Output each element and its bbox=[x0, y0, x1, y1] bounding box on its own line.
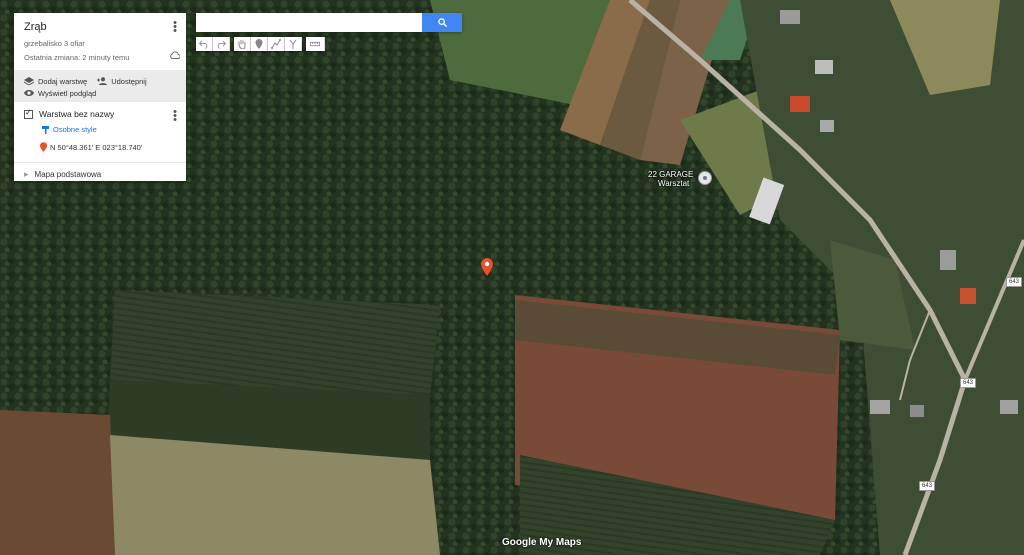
pan-tool-button[interactable] bbox=[234, 37, 251, 51]
map-panel: Zrąb grzebalisko 3 ofiar Ostatnia zmiana… bbox=[14, 13, 186, 181]
marker-pin-icon bbox=[40, 142, 47, 152]
layers-icon bbox=[24, 77, 34, 85]
directions-button[interactable] bbox=[285, 37, 302, 51]
map-toolbar bbox=[196, 37, 325, 51]
poi-label[interactable]: 22 GARAGE Warsztat bbox=[648, 170, 693, 188]
road-shield: 643 bbox=[960, 378, 977, 388]
road-shield: 643 bbox=[919, 481, 936, 491]
base-map-label: Mapa podstawowa bbox=[34, 170, 102, 179]
custom-style-label: Osobne style bbox=[53, 125, 97, 134]
search-icon bbox=[437, 18, 447, 27]
layer-section: Warstwa bez nazwy ••• Osobne style N 50°… bbox=[14, 102, 186, 162]
undo-button[interactable] bbox=[196, 37, 213, 51]
base-map-row[interactable]: ▸ Mapa podstawowa bbox=[14, 162, 186, 186]
panel-actions: Dodaj warstwę Udostępnij Wyświetl podglą… bbox=[14, 70, 186, 102]
poi-category: Warsztat bbox=[658, 179, 690, 188]
preview-button[interactable]: Wyświetl podgląd bbox=[24, 89, 96, 98]
add-layer-button[interactable]: Dodaj warstwę bbox=[24, 77, 87, 86]
share-button[interactable]: Udostępnij bbox=[97, 76, 147, 86]
share-label: Udostępnij bbox=[111, 76, 147, 86]
layer-options-icon[interactable]: • • • bbox=[172, 107, 178, 126]
undo-icon bbox=[199, 40, 208, 49]
poi-name: 22 GARAGE bbox=[648, 170, 694, 179]
search-button[interactable] bbox=[422, 13, 462, 32]
poi-marker-icon[interactable] bbox=[698, 171, 712, 185]
road-shield: 643 bbox=[1006, 277, 1023, 287]
add-person-icon bbox=[97, 77, 108, 85]
search-box bbox=[196, 13, 462, 32]
last-change-text: Ostatnia zmiana: 2 minuty temu bbox=[24, 53, 130, 62]
ruler-icon bbox=[310, 41, 320, 47]
preview-label: Wyświetl podgląd bbox=[38, 88, 97, 98]
marker-icon bbox=[255, 39, 263, 49]
more-options-icon[interactable]: • • • bbox=[172, 18, 178, 37]
draw-line-button[interactable] bbox=[268, 37, 285, 51]
map-header: Zrąb grzebalisko 3 ofiar Ostatnia zmiana… bbox=[14, 13, 186, 70]
marker-item[interactable]: N 50°48.361' E 023°18.740' bbox=[40, 142, 176, 152]
redo-button[interactable] bbox=[213, 37, 230, 51]
cloud-saved-icon bbox=[170, 51, 180, 59]
directions-icon bbox=[289, 39, 297, 49]
paint-roller-icon bbox=[42, 125, 49, 134]
layer-name[interactable]: Warstwa bez nazwy bbox=[39, 109, 114, 119]
layer-title-row[interactable]: Warstwa bez nazwy bbox=[24, 108, 176, 119]
measure-button[interactable] bbox=[306, 37, 325, 51]
add-layer-label: Dodaj warstwę bbox=[38, 76, 88, 86]
search-input[interactable] bbox=[196, 13, 422, 32]
expand-arrow-icon[interactable]: ▸ bbox=[24, 169, 29, 180]
map-title[interactable]: Zrąb bbox=[24, 21, 176, 33]
eye-icon bbox=[24, 90, 34, 96]
hand-icon bbox=[238, 40, 246, 49]
layer-style-link[interactable]: Osobne style bbox=[42, 125, 176, 134]
marker-coordinates: N 50°48.361' E 023°18.740' bbox=[50, 142, 143, 152]
line-icon bbox=[271, 39, 281, 49]
location-pin-icon[interactable] bbox=[481, 258, 493, 276]
google-my-maps-logo: Google My Maps bbox=[502, 537, 582, 548]
layer-visibility-checkbox[interactable] bbox=[24, 108, 33, 119]
redo-icon bbox=[217, 40, 226, 49]
map-description[interactable]: grzebalisko 3 ofiar bbox=[24, 39, 176, 48]
add-marker-button[interactable] bbox=[251, 37, 268, 51]
